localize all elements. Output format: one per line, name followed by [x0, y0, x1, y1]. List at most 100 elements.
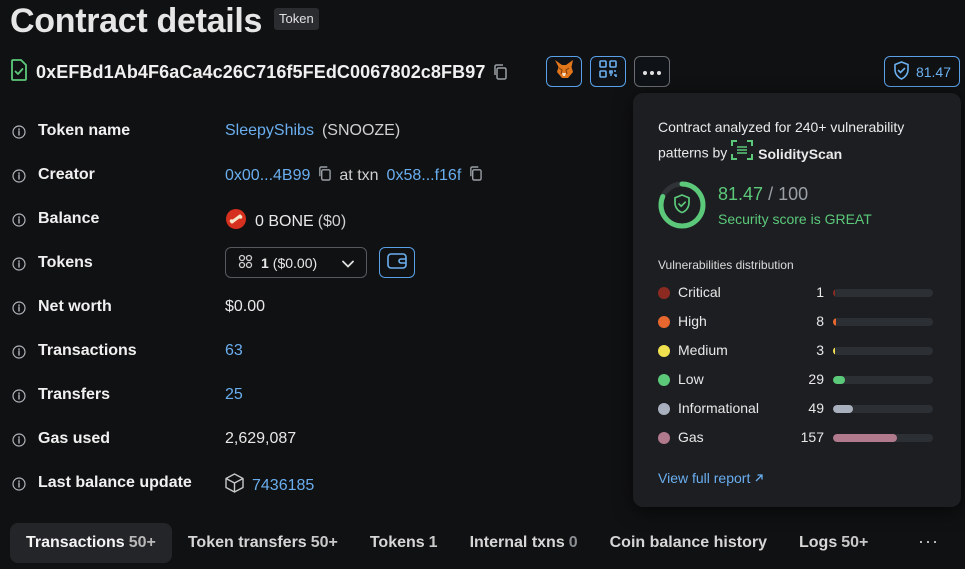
- vuln-row-critical: Critical 1: [658, 282, 938, 302]
- qr-code-button[interactable]: [590, 56, 626, 87]
- qr-code-icon: [599, 60, 617, 83]
- copy-address-icon[interactable]: [493, 64, 508, 80]
- info-icon[interactable]: [12, 257, 26, 276]
- vuln-row-low: Low 29: [658, 369, 938, 389]
- tab-label: Tokens: [369, 534, 425, 551]
- vuln-count: 1: [816, 284, 824, 300]
- vuln-name: Informational: [678, 400, 759, 416]
- score-ring: [658, 181, 706, 229]
- tokens-dropdown[interactable]: 1 ($0.00): [225, 247, 367, 278]
- tab-tokens[interactable]: Tokens 1: [354, 523, 454, 563]
- tab-label: Internal txns: [469, 534, 565, 551]
- token-name-value: SleepyShibs (SNOOZE): [225, 122, 400, 140]
- vuln-bar-fill: [833, 434, 897, 442]
- transfers-count-link[interactable]: 25: [225, 386, 243, 404]
- tab-label: Transactions: [26, 534, 125, 551]
- info-icon[interactable]: [12, 433, 26, 452]
- vuln-count: 157: [800, 429, 824, 445]
- severity-dot: [658, 374, 670, 386]
- vuln-count: 8: [816, 313, 824, 329]
- vuln-row-medium: Medium 3: [658, 340, 938, 360]
- info-icon[interactable]: [12, 213, 26, 232]
- copy-txn-icon[interactable]: [469, 166, 483, 186]
- creator-address-link[interactable]: 0x00...4B99: [225, 167, 310, 185]
- balance-label: Balance: [38, 210, 100, 227]
- vuln-name: Medium: [678, 342, 728, 358]
- vuln-count: 29: [808, 371, 824, 387]
- last-balance-update-value: 7436185: [225, 473, 314, 498]
- vuln-count: 49: [808, 400, 824, 416]
- vuln-bar-fill: [833, 318, 836, 326]
- info-icon[interactable]: [12, 301, 26, 320]
- tab-count: 50+: [841, 534, 869, 551]
- contract-type-tag: Token: [274, 8, 319, 30]
- view-full-report-link[interactable]: View full report: [658, 470, 764, 486]
- copy-creator-icon[interactable]: [318, 166, 332, 186]
- security-score-number: 81.47: [718, 184, 764, 204]
- tab-label: Coin balance history: [609, 534, 767, 551]
- tab-coin-balance-history[interactable]: Coin balance history: [594, 523, 783, 563]
- net-worth-label: Net worth: [38, 298, 112, 315]
- vuln-count: 3: [816, 342, 824, 358]
- tab-count: 50+: [128, 534, 156, 551]
- tokens-count: 1: [261, 254, 269, 271]
- security-score-max: / 100: [768, 184, 809, 204]
- tab-transactions[interactable]: Transactions 50+: [10, 523, 172, 563]
- tab-logs[interactable]: Logs 50+: [783, 523, 884, 563]
- add-to-metamask-button[interactable]: [546, 56, 582, 87]
- security-score-button[interactable]: 81.47: [884, 56, 960, 87]
- vuln-bar-track: [833, 405, 933, 413]
- contract-address: 0xEFBd1Ab4F6aCa4c26C716f5FEdC0067802c8FB…: [36, 61, 486, 82]
- solidityscan-brand: SolidityScan: [731, 140, 842, 168]
- vuln-bar-track: [833, 347, 933, 355]
- wallet-icon: [387, 252, 407, 274]
- vuln-row-high: High 8: [658, 311, 938, 331]
- at-txn-text: at txn: [339, 167, 379, 184]
- vuln-bar-track: [833, 434, 933, 442]
- more-actions-button[interactable]: [634, 56, 670, 87]
- vuln-row-gas: Gas 157: [658, 427, 938, 447]
- severity-dot: [658, 403, 670, 415]
- tab-token-transfers[interactable]: Token transfers 50+: [172, 523, 354, 563]
- tabs-more-button[interactable]: ···: [918, 531, 939, 552]
- creator-label: Creator: [38, 166, 95, 183]
- wallet-tokens-button[interactable]: [379, 247, 415, 278]
- bone-token-icon: [225, 208, 247, 235]
- info-icon[interactable]: [12, 125, 26, 144]
- more-dots-icon: [642, 63, 662, 81]
- info-icon[interactable]: [12, 477, 26, 496]
- security-score-status: Security score is GREAT: [718, 211, 872, 227]
- metamask-fox-icon: [553, 59, 575, 84]
- block-number-link[interactable]: 7436185: [252, 477, 314, 495]
- creator-value: 0x00...4B99 at txn 0x58...f16f: [225, 166, 483, 186]
- ring-shield-icon: [674, 194, 690, 214]
- vulnerabilities-title: Vulnerabilities distribution: [658, 258, 794, 272]
- token-symbol: (SNOOZE): [321, 122, 401, 139]
- shield-check-icon: [893, 60, 910, 83]
- vuln-bar-track: [833, 318, 933, 326]
- security-score-popup: Contract analyzed for 240+ vulnerability…: [633, 93, 961, 507]
- tab-label: Token transfers: [187, 534, 307, 551]
- vuln-bar-track: [833, 289, 933, 297]
- view-full-report-label: View full report: [658, 470, 751, 486]
- transactions-label: Transactions: [38, 342, 137, 359]
- vuln-bar-fill: [833, 289, 835, 297]
- info-icon[interactable]: [12, 169, 26, 188]
- block-cube-icon: [225, 473, 244, 498]
- vuln-name: Gas: [678, 429, 704, 445]
- vuln-bar-track: [833, 376, 933, 384]
- info-icon[interactable]: [12, 389, 26, 408]
- address-row: 0xEFBd1Ab4F6aCa4c26C716f5FEdC0067802c8FB…: [10, 58, 508, 86]
- token-name-link[interactable]: SleepyShibs: [225, 122, 314, 140]
- transactions-count-link[interactable]: 63: [225, 342, 243, 360]
- severity-dot: [658, 316, 670, 328]
- tab-internal-txns[interactable]: Internal txns 0: [454, 523, 594, 563]
- net-worth-value: $0.00: [225, 298, 266, 315]
- creation-txn-link[interactable]: 0x58...f16f: [387, 167, 462, 185]
- balance-usd: ($0): [317, 212, 347, 230]
- security-score-big: 81.47 / 100: [718, 184, 808, 205]
- vuln-bar-fill: [833, 347, 835, 355]
- verified-contract-icon: [10, 58, 28, 86]
- balance-value: 0 BONE ($0): [225, 208, 346, 235]
- info-icon[interactable]: [12, 345, 26, 364]
